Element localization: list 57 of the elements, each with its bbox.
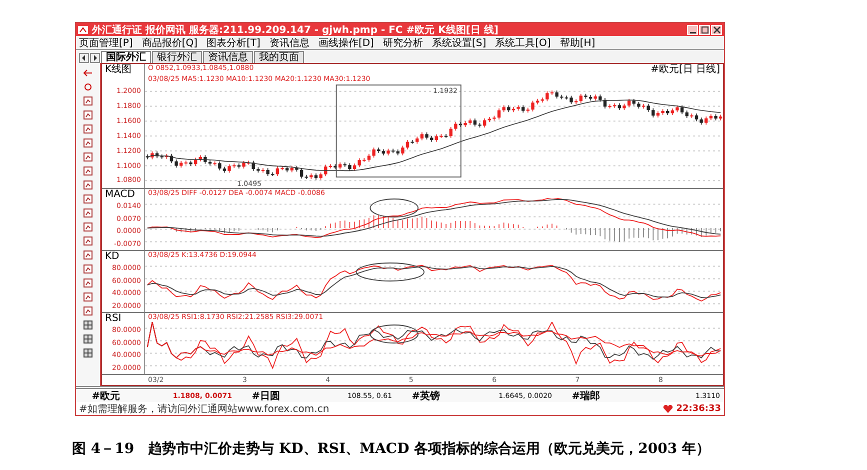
maximize-icon[interactable] <box>699 24 710 34</box>
window-title: 外汇通行证 报价网讯 服务器:211.99.209.147 - gjwh.pmp - FC #欧元 K线图[日 线] <box>92 24 498 36</box>
highlight-ellipse <box>370 324 418 344</box>
tab[interactable]: 银行外汇 <box>152 51 202 63</box>
tool-icon[interactable] <box>82 333 94 345</box>
tool-icon[interactable] <box>82 179 94 191</box>
menu-item[interactable]: 研究分析 <box>382 36 423 50</box>
quote-symbol: #英镑 <box>410 390 442 403</box>
tool-icon[interactable] <box>82 81 94 93</box>
highlight-ellipse <box>370 198 418 218</box>
menu-item[interactable]: 帮助[H] <box>560 36 596 50</box>
tool-icon[interactable] <box>82 249 94 261</box>
symbol-label: #欧元[日 日线] <box>650 64 721 75</box>
tool-icon[interactable] <box>82 347 94 359</box>
tool-icon[interactable] <box>82 193 94 205</box>
panel-title: K线图 <box>104 64 133 75</box>
tab[interactable]: 资讯信息 <box>203 51 253 63</box>
tool-icon[interactable] <box>82 95 94 107</box>
tool-icon[interactable] <box>82 207 94 219</box>
close-icon[interactable] <box>711 24 722 34</box>
tool-icon[interactable] <box>82 277 94 289</box>
menu-item[interactable]: 资讯信息 <box>269 36 310 50</box>
tab[interactable]: 我的页面 <box>254 51 304 63</box>
panel-title: MACD <box>104 189 136 200</box>
tool-icon[interactable] <box>82 123 94 135</box>
footer-notice: #如需理解服务，请访问外汇通网站www.forex.com.cn <box>79 402 330 416</box>
heart-icon <box>663 404 674 412</box>
tool-icon[interactable] <box>82 151 94 163</box>
tool-icon[interactable] <box>82 137 94 149</box>
tool-icon[interactable] <box>82 109 94 121</box>
tab[interactable]: 国际外汇 <box>101 51 151 63</box>
tool-icon[interactable] <box>82 235 94 247</box>
panel-title: RSI <box>104 313 122 324</box>
candlestick <box>146 154 149 160</box>
tool-icon[interactable] <box>82 319 94 331</box>
menu-item[interactable]: 页面管理[P] <box>79 36 133 50</box>
menu-item[interactable]: 系统设置[S] <box>432 36 486 50</box>
quote-symbol: #日圆 <box>250 390 282 403</box>
tool-icon[interactable] <box>82 291 94 303</box>
quote-symbol: #瑞郎 <box>570 389 602 403</box>
menu-item[interactable]: 系统工具[O] <box>495 36 551 50</box>
minimize-icon[interactable] <box>687 24 698 34</box>
figure-caption: 图 4－19 趋势市中汇价走势与 KD、RSI、MACD 各项指标的综合运用（欧元兑美元，2003 年） <box>72 440 711 458</box>
highlight-ellipse <box>356 262 424 282</box>
clock-time: 22:36:33 <box>676 404 721 414</box>
tool-icon[interactable] <box>82 165 94 177</box>
app-icon <box>78 26 88 34</box>
menu-item[interactable]: 商品报价[Q] <box>142 36 198 50</box>
menu-item[interactable]: 画线操作[D] <box>318 36 374 50</box>
tool-icon[interactable] <box>82 305 94 317</box>
quote-symbol: #欧元 <box>90 390 122 403</box>
tool-icon[interactable] <box>82 263 94 275</box>
tool-icon[interactable] <box>82 221 94 233</box>
candlestick <box>719 114 722 121</box>
tool-icon[interactable] <box>82 67 94 79</box>
menu-item[interactable]: 图表分析[T] <box>206 36 260 50</box>
panel-title: KD <box>104 251 120 262</box>
